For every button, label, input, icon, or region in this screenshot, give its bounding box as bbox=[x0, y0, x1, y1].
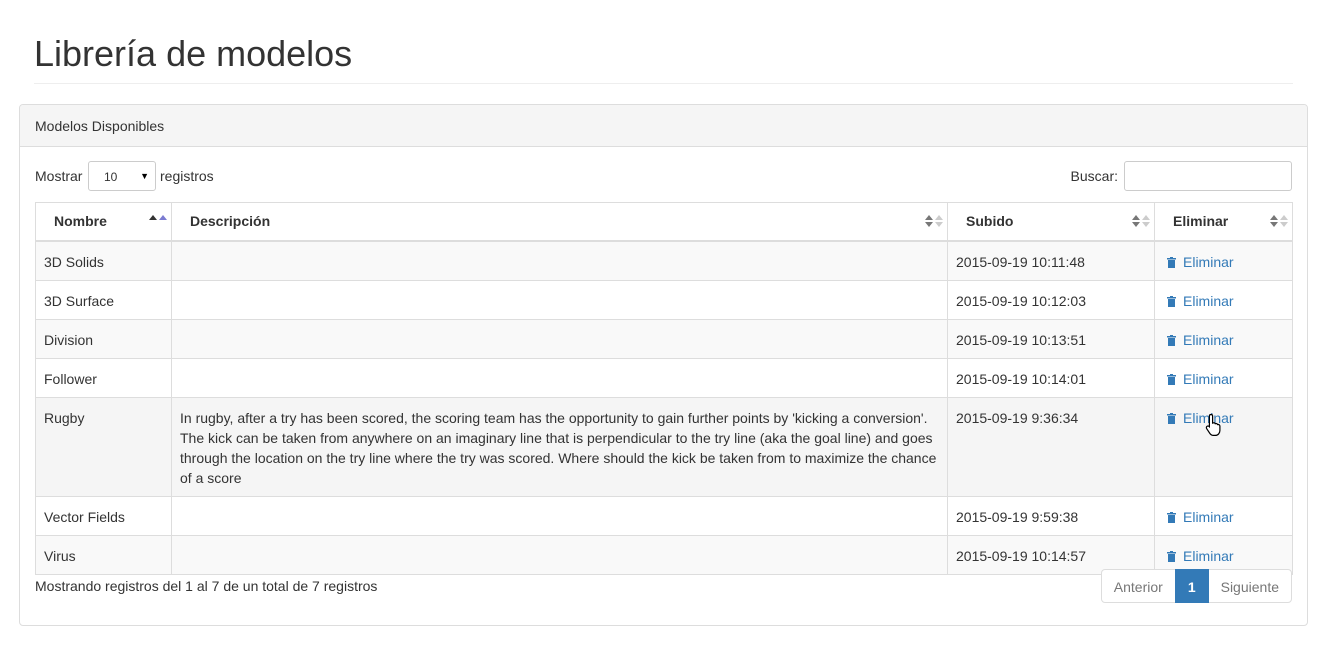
page-length-value: 10 bbox=[104, 170, 118, 184]
trash-icon bbox=[1167, 256, 1176, 268]
cell-eliminar: Eliminar bbox=[1154, 240, 1293, 281]
cell-nombre: Vector Fields bbox=[35, 495, 172, 536]
hand-pointer-icon bbox=[1205, 413, 1221, 436]
trash-icon bbox=[1167, 334, 1176, 346]
trash-icon bbox=[1167, 295, 1176, 307]
trash-icon bbox=[1167, 373, 1176, 385]
sort-ascending-icon bbox=[149, 215, 167, 229]
column-header-nombre[interactable]: Nombre bbox=[35, 202, 172, 242]
delete-link[interactable]: Eliminar bbox=[1163, 371, 1234, 387]
sort-icon bbox=[1270, 215, 1288, 229]
cell-descripcion bbox=[171, 318, 948, 359]
cell-nombre: Follower bbox=[35, 357, 172, 398]
cell-nombre: 3D Surface bbox=[35, 279, 172, 320]
cell-eliminar: Eliminar bbox=[1154, 396, 1293, 497]
delete-link[interactable]: Eliminar bbox=[1163, 332, 1234, 348]
table-row: Division 2015-09-19 10:13:51 Eliminar bbox=[35, 318, 1293, 359]
cell-eliminar: Eliminar bbox=[1154, 318, 1293, 359]
cell-subido: 2015-09-19 10:12:03 bbox=[947, 279, 1155, 320]
next-page-button[interactable]: Siguiente bbox=[1207, 569, 1292, 603]
trash-icon bbox=[1167, 511, 1176, 523]
chevron-down-icon: ▼ bbox=[140, 171, 149, 181]
cell-nombre: 3D Solids bbox=[35, 240, 172, 281]
cell-descripcion bbox=[171, 495, 948, 536]
search-label: Buscar: bbox=[1070, 168, 1118, 184]
cell-descripcion: In rugby, after a try has been scored, t… bbox=[171, 396, 948, 497]
table-row: Follower 2015-09-19 10:14:01 Eliminar bbox=[35, 357, 1293, 398]
cell-nombre: Division bbox=[35, 318, 172, 359]
column-header-eliminar[interactable]: Eliminar bbox=[1154, 202, 1293, 242]
cell-eliminar: Eliminar bbox=[1154, 279, 1293, 320]
table-header-row: Nombre Descripción Subido Eliminar bbox=[35, 202, 1293, 242]
column-header-descripcion[interactable]: Descripción bbox=[171, 202, 948, 242]
delete-link[interactable]: Eliminar bbox=[1163, 293, 1234, 309]
cell-descripcion bbox=[171, 279, 948, 320]
cell-subido: 2015-09-19 10:14:01 bbox=[947, 357, 1155, 398]
models-table: Nombre Descripción Subido Eliminar 3D So… bbox=[35, 202, 1293, 575]
table-info: Mostrando registros del 1 al 7 de un tot… bbox=[35, 578, 378, 594]
delete-link[interactable]: Eliminar bbox=[1163, 254, 1234, 270]
cell-nombre: Rugby bbox=[35, 396, 172, 497]
table-row: 3D Solids 2015-09-19 10:11:48 Eliminar bbox=[35, 240, 1293, 281]
cell-subido: 2015-09-19 10:13:51 bbox=[947, 318, 1155, 359]
cell-subido: 2015-09-19 9:59:38 bbox=[947, 495, 1155, 536]
delete-link[interactable]: Eliminar bbox=[1163, 509, 1234, 525]
cell-eliminar: Eliminar bbox=[1154, 357, 1293, 398]
models-panel: Modelos Disponibles Mostrar 10 ▼ registr… bbox=[19, 104, 1308, 626]
cell-eliminar: Eliminar bbox=[1154, 495, 1293, 536]
trash-icon bbox=[1167, 412, 1176, 424]
search-input[interactable] bbox=[1124, 161, 1292, 191]
length-label: Mostrar bbox=[35, 168, 83, 184]
sort-icon bbox=[1132, 215, 1150, 229]
table-controls: Mostrar 10 ▼ registros Buscar: bbox=[35, 161, 1292, 191]
panel-heading: Modelos Disponibles bbox=[20, 105, 1307, 147]
page-1-button[interactable]: 1 bbox=[1174, 569, 1209, 603]
cell-descripcion bbox=[171, 240, 948, 281]
cell-nombre: Virus bbox=[35, 534, 172, 575]
sort-icon bbox=[925, 215, 943, 229]
cell-subido: 2015-09-19 10:11:48 bbox=[947, 240, 1155, 281]
delete-link[interactable]: Eliminar bbox=[1163, 548, 1234, 564]
length-suffix: registros bbox=[160, 168, 214, 184]
cell-descripcion bbox=[171, 357, 948, 398]
pagination: Anterior 1 Siguiente bbox=[1100, 569, 1292, 603]
table-row: 3D Surface 2015-09-19 10:12:03 Eliminar bbox=[35, 279, 1293, 320]
page-length-select[interactable]: 10 ▼ bbox=[88, 161, 156, 191]
page-header: Librería de modelos bbox=[34, 34, 1293, 84]
table-row: Vector Fields 2015-09-19 9:59:38 Elimina… bbox=[35, 495, 1293, 536]
column-header-subido[interactable]: Subido bbox=[947, 202, 1155, 242]
cell-descripcion bbox=[171, 534, 948, 575]
table-row: Rugby In rugby, after a try has been sco… bbox=[35, 396, 1293, 497]
previous-page-button[interactable]: Anterior bbox=[1100, 569, 1176, 603]
page-title: Librería de modelos bbox=[34, 33, 353, 74]
cell-subido: 2015-09-19 9:36:34 bbox=[947, 396, 1155, 497]
trash-icon bbox=[1167, 550, 1176, 562]
